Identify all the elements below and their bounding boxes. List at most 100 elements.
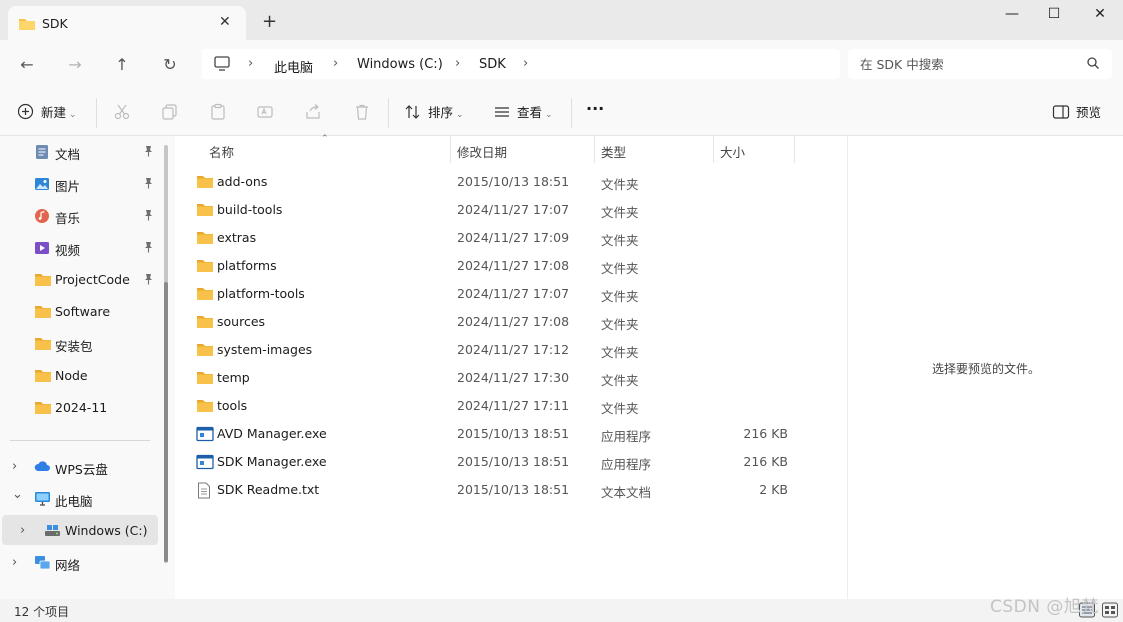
chevron-down-icon[interactable]: ⌄ <box>12 487 23 502</box>
column-divider[interactable] <box>794 136 795 163</box>
computer-icon <box>34 491 51 510</box>
pin-icon[interactable] <box>143 273 154 288</box>
sidebar-item[interactable]: 2024-11 <box>0 393 160 421</box>
watermark: CSDN @旭梵 <box>990 597 1099 617</box>
forward-icon[interactable]: → <box>64 54 86 76</box>
file-row[interactable]: system-images 2024/11/27 17:12 文件夹 <box>175 335 847 363</box>
sidebar-item-label: 2024-11 <box>55 400 108 415</box>
search-icon[interactable] <box>1086 56 1100 73</box>
column-header-name[interactable]: 名称 <box>209 142 234 161</box>
file-row[interactable]: add-ons 2015/10/13 18:51 文件夹 <box>175 167 847 195</box>
paste-icon[interactable] <box>209 103 227 124</box>
more-options-button[interactable]: ··· <box>586 99 604 118</box>
copy-icon[interactable] <box>161 103 179 124</box>
sidebar-item[interactable]: 文档 <box>0 137 160 165</box>
delete-icon[interactable] <box>353 103 371 124</box>
toolbar-divider <box>388 98 389 128</box>
breadcrumb-chevron-icon: › <box>333 56 339 71</box>
exe-icon <box>196 426 214 445</box>
sidebar-scrollbar-thumb[interactable] <box>164 282 168 562</box>
up-icon[interactable]: ↑ <box>111 54 133 76</box>
preview-button[interactable]: 预览 <box>1076 102 1101 121</box>
sidebar-item[interactable]: Node <box>0 361 160 389</box>
breadcrumb-chevron-icon: › <box>523 56 529 71</box>
sidebar-tree-item[interactable]: ⌄ 此电脑 <box>0 483 160 513</box>
chevron-down-icon: ⌄ <box>69 110 77 120</box>
sort-button[interactable]: 排序 ⌄ <box>428 102 464 121</box>
sidebar-tree-label: Windows (C:) <box>65 523 148 538</box>
sidebar-item[interactable]: ProjectCode <box>0 265 160 293</box>
new-tab-button[interactable]: + <box>262 13 277 31</box>
chevron-right-icon[interactable]: › <box>12 555 17 570</box>
file-row[interactable]: temp 2024/11/27 17:30 文件夹 <box>175 363 847 391</box>
column-divider[interactable] <box>594 136 595 163</box>
new-button[interactable]: 新建 ⌄ <box>41 102 77 121</box>
sidebar-item[interactable]: Software <box>0 297 160 325</box>
breadcrumb-windows-c[interactable]: Windows (C:) <box>357 57 443 72</box>
sidebar-tree-item[interactable]: › 网络 <box>0 547 160 577</box>
file-row[interactable]: extras 2024/11/27 17:09 文件夹 <box>175 223 847 251</box>
sidebar-item[interactable]: 音乐 <box>0 201 160 229</box>
column-divider[interactable] <box>713 136 714 163</box>
file-row[interactable]: build-tools 2024/11/27 17:07 文件夹 <box>175 195 847 223</box>
file-name: add-ons <box>217 174 268 189</box>
file-row[interactable]: sources 2024/11/27 17:08 文件夹 <box>175 307 847 335</box>
chevron-down-icon: ⌄ <box>456 110 464 120</box>
file-row[interactable]: platform-tools 2024/11/27 17:07 文件夹 <box>175 279 847 307</box>
close-button[interactable]: ✕ <box>1090 6 1110 26</box>
share-icon[interactable] <box>304 103 322 124</box>
sidebar-item[interactable]: 视频 <box>0 233 160 261</box>
computer-icon <box>214 56 230 74</box>
search-box <box>848 49 1112 79</box>
file-name: platforms <box>217 258 277 273</box>
sidebar-item[interactable]: 安装包 <box>0 329 160 357</box>
column-header-type[interactable]: 类型 <box>601 142 626 161</box>
view-button[interactable]: 查看 ⌄ <box>517 102 553 121</box>
file-row[interactable]: SDK Manager.exe 2015/10/13 18:51 应用程序 216 K… <box>175 447 847 475</box>
cut-icon[interactable] <box>113 103 131 124</box>
sidebar-item-label: 视频 <box>55 243 81 258</box>
chevron-right-icon[interactable]: › <box>20 523 25 538</box>
sidebar-tree-item[interactable]: › Windows (C:) <box>2 515 158 545</box>
file-type: 文件夹 <box>601 373 639 388</box>
address-bar[interactable]: › 此电脑 › Windows (C:) › SDK › <box>202 49 840 79</box>
breadcrumb-sdk[interactable]: SDK <box>479 57 506 72</box>
sidebar-tree-label: 此电脑 <box>55 494 93 509</box>
cloud-icon <box>34 459 51 476</box>
file-name: build-tools <box>217 202 283 217</box>
minimize-button[interactable]: — <box>1002 6 1022 26</box>
column-divider[interactable] <box>450 136 451 163</box>
tiles-view-icon[interactable] <box>1101 601 1119 619</box>
file-row[interactable]: platforms 2024/11/27 17:08 文件夹 <box>175 251 847 279</box>
file-date: 2024/11/27 17:09 <box>457 230 570 245</box>
tab-sdk[interactable]: SDK ✕ <box>8 6 246 40</box>
back-icon[interactable]: ← <box>16 54 38 76</box>
sidebar-tree-item[interactable]: › WPS云盘 <box>0 451 160 481</box>
tab-close-icon[interactable]: ✕ <box>219 14 231 30</box>
chevron-right-icon[interactable]: › <box>12 459 17 474</box>
maximize-button[interactable]: ☐ <box>1044 6 1064 26</box>
file-name: system-images <box>217 342 313 357</box>
pin-icon[interactable] <box>143 177 154 192</box>
breadcrumb-chevron-icon: › <box>455 56 461 71</box>
file-row[interactable]: tools 2024/11/27 17:11 文件夹 <box>175 391 847 419</box>
sidebar-item-label: 音乐 <box>55 211 81 226</box>
sidebar-item-label: 图片 <box>55 179 81 194</box>
folder-icon <box>196 342 214 360</box>
file-type: 应用程序 <box>601 457 652 472</box>
file-type: 文件夹 <box>601 205 639 220</box>
file-date: 2015/10/13 18:51 <box>457 454 570 469</box>
file-row[interactable]: SDK Readme.txt 2015/10/13 18:51 文本文档 2 KB <box>175 475 847 503</box>
sidebar-item[interactable]: 图片 <box>0 169 160 197</box>
search-input[interactable] <box>860 55 1080 73</box>
rename-icon[interactable] <box>256 103 274 124</box>
file-type: 文件夹 <box>601 289 639 304</box>
column-header-size[interactable]: 大小 <box>720 142 745 161</box>
file-row[interactable]: AVD Manager.exe 2015/10/13 18:51 应用程序 216 K… <box>175 419 847 447</box>
pin-icon[interactable] <box>143 241 154 256</box>
refresh-icon[interactable]: ↻ <box>159 54 181 76</box>
pin-icon[interactable] <box>143 145 154 160</box>
pin-icon[interactable] <box>143 209 154 224</box>
column-header-date[interactable]: 修改日期 <box>457 142 507 161</box>
breadcrumb-this-pc[interactable]: 此电脑 <box>274 57 313 76</box>
